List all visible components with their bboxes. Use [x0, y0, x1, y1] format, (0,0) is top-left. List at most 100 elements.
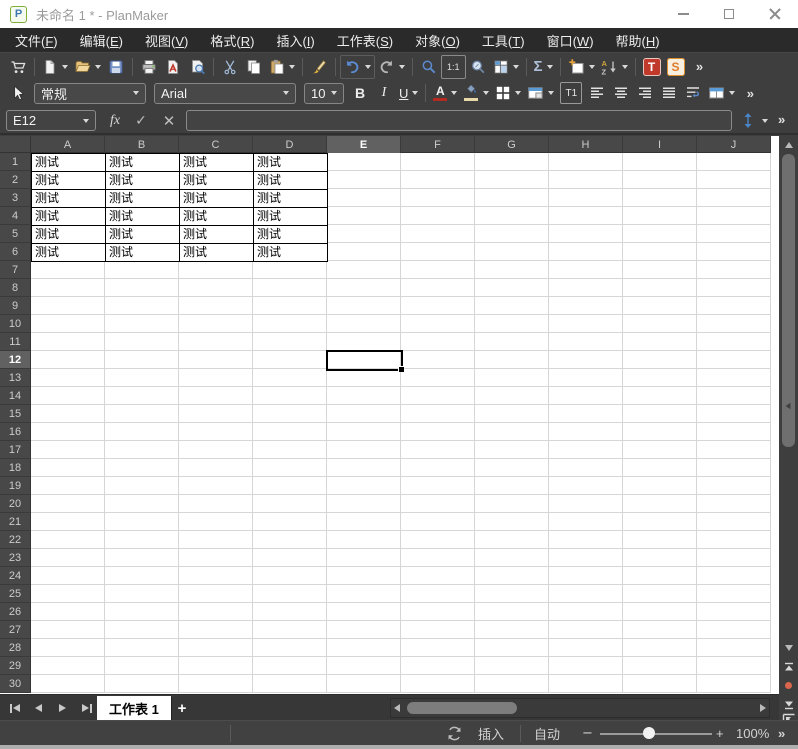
last-sheet-button[interactable]: [77, 700, 96, 716]
column-header-E[interactable]: E: [327, 136, 401, 153]
zoom-slider[interactable]: [600, 733, 712, 735]
cell-D5[interactable]: 测试: [254, 226, 328, 244]
menu-item-v[interactable]: 视图(V): [134, 28, 199, 53]
cell-D6[interactable]: 测试: [254, 244, 328, 262]
font-color-button[interactable]: A: [430, 81, 460, 105]
wrap-text-button[interactable]: [681, 81, 705, 105]
row-header-5[interactable]: 5: [0, 225, 31, 243]
cell-C5[interactable]: 测试: [180, 226, 254, 244]
first-sheet-button[interactable]: [5, 700, 24, 716]
browse-object-button[interactable]: [779, 678, 798, 693]
insert-function-button[interactable]: fx: [104, 110, 126, 131]
row-header-10[interactable]: 10: [0, 315, 31, 333]
text-orientation-button[interactable]: T1: [557, 81, 585, 105]
scroll-down-button[interactable]: [779, 641, 798, 655]
menu-item-h[interactable]: 帮助(H): [605, 28, 671, 53]
row-header-13[interactable]: 13: [0, 369, 31, 387]
row-header-19[interactable]: 19: [0, 477, 31, 495]
chevron-down-icon[interactable]: [762, 119, 768, 123]
cell-C2[interactable]: 测试: [180, 172, 254, 190]
cell-style-select[interactable]: 常规: [34, 83, 146, 104]
cell-C1[interactable]: 测试: [180, 154, 254, 172]
cell-B2[interactable]: 测试: [106, 172, 180, 190]
copy-button[interactable]: [242, 55, 266, 79]
column-header-H[interactable]: H: [549, 136, 623, 153]
row-header-25[interactable]: 25: [0, 585, 31, 603]
column-header-F[interactable]: F: [401, 136, 475, 153]
horizontal-scroll-thumb[interactable]: [407, 702, 517, 714]
row-header-9[interactable]: 9: [0, 297, 31, 315]
select-all-corner[interactable]: [0, 136, 31, 153]
cursor-button[interactable]: [6, 81, 30, 105]
bold-button[interactable]: B: [348, 81, 372, 105]
overflow-button[interactable]: »: [738, 81, 762, 105]
cell-C6[interactable]: 测试: [180, 244, 254, 262]
confirm-entry-button[interactable]: ✓: [130, 110, 152, 131]
calc-mode-indicator[interactable]: 自动: [534, 721, 560, 746]
row-header-28[interactable]: 28: [0, 639, 31, 657]
cell-A1[interactable]: 测试: [32, 154, 106, 172]
sheet-tab-工作表 1[interactable]: 工作表 1: [97, 696, 171, 721]
underline-button[interactable]: U: [396, 81, 421, 105]
align-justify-button[interactable]: [657, 81, 681, 105]
menu-item-s[interactable]: 工作表(S): [326, 28, 404, 53]
formula-input[interactable]: [186, 110, 732, 131]
fill-color-button[interactable]: [460, 81, 492, 105]
cell-B3[interactable]: 测试: [106, 190, 180, 208]
save-button[interactable]: [104, 55, 128, 79]
search-button[interactable]: [417, 55, 441, 79]
italic-button[interactable]: I: [372, 81, 396, 105]
column-header-B[interactable]: B: [105, 136, 179, 153]
previous-object-button[interactable]: [779, 660, 798, 675]
column-header-G[interactable]: G: [475, 136, 549, 153]
menu-item-e[interactable]: 编辑(E): [69, 28, 134, 53]
presentations-badge-button[interactable]: S: [664, 55, 688, 79]
row-header-1[interactable]: 1: [0, 153, 31, 171]
cell-C3[interactable]: 测试: [180, 190, 254, 208]
column-header-I[interactable]: I: [623, 136, 697, 153]
cell-B1[interactable]: 测试: [106, 154, 180, 172]
cart-button[interactable]: [6, 55, 30, 79]
row-header-2[interactable]: 2: [0, 171, 31, 189]
scroll-right-button[interactable]: [760, 704, 766, 712]
column-header-J[interactable]: J: [697, 136, 771, 153]
zoom-slider-thumb[interactable]: [643, 727, 655, 739]
next-sheet-button[interactable]: [53, 700, 72, 716]
open-folder-button[interactable]: [71, 55, 104, 79]
scroll-left-button[interactable]: [394, 704, 400, 712]
row-header-24[interactable]: 24: [0, 567, 31, 585]
window-grid-button[interactable]: [490, 55, 522, 79]
menu-item-r[interactable]: 格式(R): [199, 28, 265, 53]
split-handle-icon[interactable]: [785, 402, 791, 410]
scroll-up-button[interactable]: [779, 138, 798, 152]
column-header-D[interactable]: D: [253, 136, 327, 153]
cell-A5[interactable]: 测试: [32, 226, 106, 244]
menu-item-w[interactable]: 窗口(W): [536, 28, 605, 53]
row-header-17[interactable]: 17: [0, 441, 31, 459]
insert-frame-button[interactable]: [565, 55, 598, 79]
export-pdf-button[interactable]: [161, 55, 185, 79]
menu-item-t[interactable]: 工具(T): [471, 28, 536, 53]
cell-B5[interactable]: 测试: [106, 226, 180, 244]
row-header-29[interactable]: 29: [0, 657, 31, 675]
row-header-20[interactable]: 20: [0, 495, 31, 513]
paste-button[interactable]: [266, 55, 298, 79]
cell-D2[interactable]: 测试: [254, 172, 328, 190]
row-header-6[interactable]: 6: [0, 243, 31, 261]
formula-bar-overflow-button[interactable]: »: [778, 112, 785, 127]
menu-item-i[interactable]: 插入(I): [265, 28, 325, 53]
next-object-button[interactable]: [779, 696, 798, 711]
cancel-entry-button[interactable]: ✕: [158, 110, 180, 131]
maximize-button[interactable]: [706, 0, 752, 28]
overflow-button[interactable]: »: [688, 55, 712, 79]
cell-D3[interactable]: 测试: [254, 190, 328, 208]
font-size-select[interactable]: 10: [304, 83, 344, 104]
print-button[interactable]: [137, 55, 161, 79]
close-button[interactable]: [752, 0, 798, 28]
undo-button[interactable]: [340, 55, 375, 79]
merge-cells-button[interactable]: [705, 81, 738, 105]
row-header-23[interactable]: 23: [0, 549, 31, 567]
status-bar-overflow-button[interactable]: »: [778, 721, 785, 746]
row-header-8[interactable]: 8: [0, 279, 31, 297]
add-sheet-button[interactable]: +: [172, 698, 192, 718]
